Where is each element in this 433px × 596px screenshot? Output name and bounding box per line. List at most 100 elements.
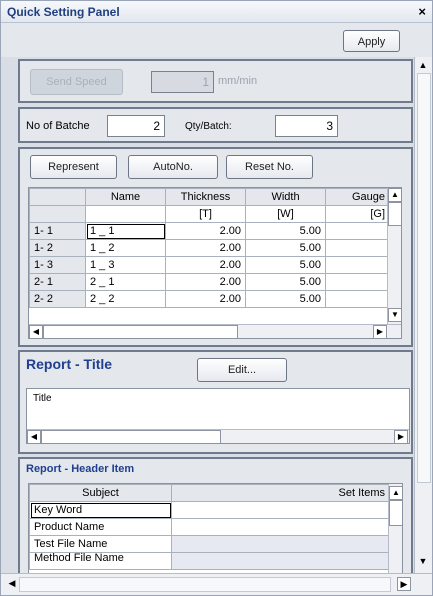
- header-table-head: Subject Set Items: [29, 484, 390, 502]
- header-set-items[interactable]: [171, 535, 390, 553]
- cell-thickness[interactable]: 2.00: [165, 222, 246, 240]
- cell-gauge[interactable]: [325, 256, 390, 274]
- scroll-down-icon[interactable]: ▼: [416, 555, 430, 569]
- quick-setting-window: Quick Setting Panel × Apply Send Speed 1…: [0, 0, 433, 596]
- cell-gauge[interactable]: [325, 222, 390, 240]
- row-id: 2- 2: [29, 290, 86, 308]
- list-item[interactable]: Title: [33, 393, 52, 404]
- col-header-gauge[interactable]: Gauge: [325, 188, 390, 206]
- batch-panel: No of Batche 2 Qty/Batch: 3: [18, 107, 413, 143]
- table-row[interactable]: 2- 1 2 _ 1 2.00 5.00: [29, 273, 390, 291]
- table-row[interactable]: 1- 1 1 _ 1 2.00 5.00: [29, 222, 390, 240]
- cell-name[interactable]: 2 _ 1: [85, 273, 166, 291]
- scroll-thumb[interactable]: [417, 73, 431, 483]
- panel-vertical-scrollbar[interactable]: ▲ ▼: [414, 57, 432, 573]
- col-header-subject[interactable]: Subject: [29, 484, 172, 502]
- header-vertical-scrollbar[interactable]: ▲: [388, 484, 402, 573]
- cell-thickness[interactable]: 2.00: [165, 239, 246, 257]
- cell-thickness[interactable]: 2.00: [165, 273, 246, 291]
- table-row[interactable]: 1- 3 1 _ 3 2.00 5.00: [29, 256, 390, 274]
- panel-horizontal-scrollbar[interactable]: ◀ ▶: [1, 573, 432, 595]
- send-speed-field[interactable]: 1: [151, 71, 214, 93]
- report-header-heading: Report - Header Item: [26, 463, 135, 475]
- report-title-list[interactable]: Title ◀ ▶: [26, 388, 410, 444]
- header-subject[interactable]: Product Name: [29, 518, 172, 536]
- cell-width[interactable]: 5.00: [245, 256, 326, 274]
- col-header-set-items[interactable]: Set Items: [171, 484, 390, 502]
- scroll-right-icon[interactable]: ▶: [373, 325, 387, 338]
- window-title: Quick Setting Panel: [7, 5, 120, 19]
- corner-cell: [29, 188, 86, 206]
- unit-gauge: [G]: [325, 205, 390, 223]
- row-id: 1- 1: [29, 222, 86, 240]
- scroll-left-icon[interactable]: ◀: [5, 577, 19, 591]
- cell-name[interactable]: 1 _ 1: [85, 222, 166, 240]
- qty-per-batch-field[interactable]: 3: [275, 115, 338, 137]
- cell-name[interactable]: 1 _ 3: [85, 256, 166, 274]
- table-row[interactable]: 2- 2 2 _ 2 2.00 5.00: [29, 290, 390, 308]
- col-header-name[interactable]: Name: [85, 188, 166, 206]
- cell-name[interactable]: 2 _ 2: [85, 290, 166, 308]
- table-row[interactable]: Method File Name: [29, 552, 390, 570]
- row-id: 2- 1: [29, 273, 86, 291]
- reset-no-button[interactable]: Reset No.: [226, 155, 313, 179]
- scroll-up-icon[interactable]: ▲: [416, 59, 430, 73]
- cell-name[interactable]: 1 _ 2: [85, 239, 166, 257]
- col-header-thickness[interactable]: Thickness: [165, 188, 246, 206]
- table-row[interactable]: Key Word: [29, 501, 390, 519]
- unit-cell: [29, 205, 86, 223]
- header-set-items[interactable]: [171, 552, 390, 570]
- title-horizontal-scrollbar[interactable]: ◀ ▶: [27, 429, 409, 443]
- scroll-left-icon[interactable]: ◀: [29, 325, 43, 338]
- scroll-up-icon[interactable]: ▲: [388, 188, 401, 202]
- cell-thickness[interactable]: 2.00: [165, 290, 246, 308]
- header-subject[interactable]: Key Word: [29, 501, 172, 519]
- scroll-thumb[interactable]: [19, 577, 391, 592]
- apply-button[interactable]: Apply: [343, 30, 400, 52]
- batch-count-field[interactable]: 2: [107, 115, 165, 137]
- send-speed-unit: mm/min: [218, 75, 258, 87]
- header-set-items[interactable]: [171, 518, 390, 536]
- edit-button[interactable]: Edit...: [197, 358, 287, 382]
- table-vertical-scrollbar[interactable]: ▲ ▼: [387, 188, 401, 324]
- header-set-items[interactable]: [171, 501, 390, 519]
- scroll-thumb[interactable]: [41, 430, 221, 443]
- cell-gauge[interactable]: [325, 273, 390, 291]
- scroll-right-icon[interactable]: ▶: [397, 577, 411, 591]
- header-subject[interactable]: Test File Name: [29, 535, 172, 553]
- header-subject[interactable]: Method File Name: [29, 552, 172, 570]
- batch-count-label: No of Batche: [26, 120, 90, 132]
- table-row[interactable]: Test File Name: [29, 535, 390, 553]
- represent-button[interactable]: Represent: [30, 155, 117, 179]
- scroll-thumb[interactable]: [389, 500, 402, 526]
- table-row[interactable]: Product Name: [29, 518, 390, 536]
- cell-gauge[interactable]: [325, 290, 390, 308]
- send-speed-panel: Send Speed 1 mm/min: [18, 59, 413, 103]
- specimen-grid-panel: Represent AutoNo. Reset No. Name Thickne…: [18, 147, 413, 347]
- table-horizontal-scrollbar[interactable]: ◀ ▶: [29, 324, 401, 338]
- cell-thickness[interactable]: 2.00: [165, 256, 246, 274]
- apply-bar: Apply: [1, 23, 432, 57]
- cell-width[interactable]: 5.00: [245, 239, 326, 257]
- report-title-panel: Report - Title Edit... Title ◀ ▶: [18, 350, 413, 454]
- unit-cell: [85, 205, 166, 223]
- send-speed-button[interactable]: Send Speed: [30, 69, 123, 95]
- scroll-down-icon[interactable]: ▼: [388, 308, 401, 322]
- cell-gauge[interactable]: [325, 239, 390, 257]
- close-icon[interactable]: ×: [418, 4, 426, 19]
- table-unit-row: [T] [W] [G]: [29, 205, 390, 223]
- specimen-table: Name Thickness Width Gauge [T] [W] [G] 1…: [28, 187, 402, 339]
- scroll-thumb[interactable]: [43, 325, 238, 338]
- cell-width[interactable]: 5.00: [245, 290, 326, 308]
- scroll-right-icon[interactable]: ▶: [394, 430, 408, 443]
- unit-width: [W]: [245, 205, 326, 223]
- cell-width[interactable]: 5.00: [245, 273, 326, 291]
- autono-button[interactable]: AutoNo.: [128, 155, 218, 179]
- header-item-table: Subject Set Items Key Word Product Name …: [28, 483, 403, 573]
- col-header-width[interactable]: Width: [245, 188, 326, 206]
- scroll-up-icon[interactable]: ▲: [389, 486, 402, 500]
- cell-width[interactable]: 5.00: [245, 222, 326, 240]
- scroll-left-icon[interactable]: ◀: [27, 430, 41, 443]
- scroll-thumb[interactable]: [388, 202, 401, 226]
- table-row[interactable]: 1- 2 1 _ 2 2.00 5.00: [29, 239, 390, 257]
